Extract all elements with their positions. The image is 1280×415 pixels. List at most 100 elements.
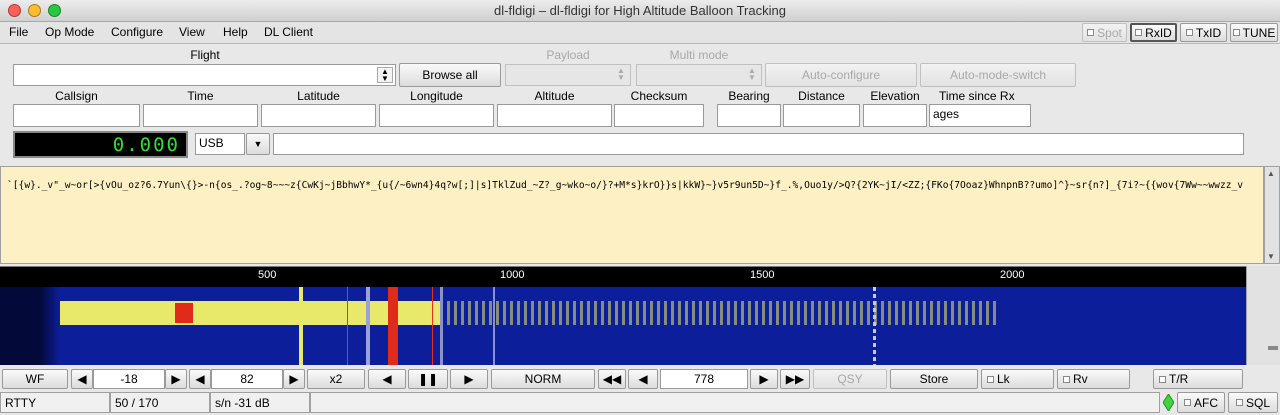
reverse-button[interactable]: Rv xyxy=(1057,369,1130,389)
scroll-left-button[interactable]: ◀ xyxy=(368,369,406,389)
lock-checkbox[interactable] xyxy=(987,375,994,383)
qsy-button[interactable]: QSY xyxy=(813,369,887,389)
range-field[interactable]: 82 xyxy=(211,369,283,389)
lock-button[interactable]: Lk xyxy=(981,369,1054,389)
auto-configure-button[interactable]: Auto-configure xyxy=(765,63,917,87)
triangle-left-icon: ◀ xyxy=(638,372,648,386)
afc-button[interactable]: AFC xyxy=(1177,392,1225,413)
triangle-up-icon[interactable]: ▲ xyxy=(1267,169,1275,178)
browse-all-button[interactable]: Browse all xyxy=(399,63,501,87)
lock-label: Lk xyxy=(997,372,1010,386)
level-increase-button[interactable]: ▶ xyxy=(165,369,187,389)
fast-rewind-icon: ◀◀ xyxy=(602,372,622,386)
tr-checkbox[interactable] xyxy=(1159,375,1166,383)
fast-forward-button[interactable]: ▶▶ xyxy=(780,369,810,389)
tr-button[interactable]: T/R xyxy=(1153,369,1243,389)
txid-button[interactable]: TxID xyxy=(1180,23,1227,42)
menu-file[interactable]: File xyxy=(9,25,28,39)
status-shift: 50 / 170 xyxy=(110,392,210,413)
elevation-field[interactable] xyxy=(863,104,927,127)
spot-checkbox[interactable] xyxy=(1087,29,1095,36)
afc-checkbox[interactable] xyxy=(1184,399,1191,406)
signal-trace xyxy=(873,287,876,365)
store-button[interactable]: Store xyxy=(890,369,978,389)
triangle-down-icon: ▼ xyxy=(253,139,263,149)
status-snr: s/n -31 dB xyxy=(210,392,310,413)
rxid-button[interactable]: RxID xyxy=(1130,23,1177,42)
triangle-down-icon[interactable]: ▼ xyxy=(1267,252,1275,261)
freq-decrease-button[interactable]: ◀ xyxy=(628,369,658,389)
triangle-right-icon: ▶ xyxy=(464,372,474,386)
menu-dl-client[interactable]: DL Client xyxy=(264,25,313,39)
pause-icon: ❚❚ xyxy=(417,372,439,386)
status-message xyxy=(310,392,1160,413)
waterfall-side-panel[interactable] xyxy=(1246,266,1280,365)
txid-checkbox[interactable] xyxy=(1185,29,1193,36)
spot-label: Spot xyxy=(1097,25,1122,40)
sql-label: SQL xyxy=(1245,395,1270,410)
reverse-checkbox[interactable] xyxy=(1063,375,1070,383)
checksum-field[interactable] xyxy=(614,104,704,127)
latitude-field[interactable] xyxy=(261,104,376,127)
status-message-field[interactable] xyxy=(273,133,1244,155)
callsign-label: Callsign xyxy=(55,89,98,103)
spot-button[interactable]: Spot xyxy=(1082,23,1127,42)
freq-increase-button[interactable]: ▶ xyxy=(750,369,778,389)
elevation-label: Elevation xyxy=(870,89,920,103)
sql-checkbox[interactable] xyxy=(1235,399,1243,406)
menu-view[interactable]: View xyxy=(179,25,205,39)
level-field[interactable]: -18 xyxy=(93,369,165,389)
sql-button[interactable]: SQL xyxy=(1228,392,1278,413)
fast-rewind-button[interactable]: ◀◀ xyxy=(598,369,626,389)
longitude-field[interactable] xyxy=(379,104,494,127)
flight-select[interactable]: ▲ ▼ xyxy=(13,64,396,86)
speed-button[interactable]: NORM xyxy=(491,369,595,389)
multi-mode-label: Multi mode xyxy=(669,48,729,62)
flight-label: Flight xyxy=(190,48,220,62)
frequency-field[interactable]: 778 xyxy=(660,369,748,389)
signal-peak xyxy=(175,303,193,323)
time-field[interactable] xyxy=(143,104,258,127)
tick-label-500: 500 xyxy=(258,269,277,281)
wf-mode-button[interactable]: WF xyxy=(2,369,68,389)
distance-field[interactable] xyxy=(783,104,860,127)
frequency-scale[interactable]: 500 1000 1500 2000 xyxy=(0,266,1246,292)
scroll-right-button[interactable]: ▶ xyxy=(450,369,488,389)
waterfall-display[interactable] xyxy=(0,287,1246,365)
receive-text-scrollbar[interactable]: ▲ ▼ xyxy=(1264,166,1280,264)
auto-mode-switch-button[interactable]: Auto-mode-switch xyxy=(920,63,1076,87)
menu-help[interactable]: Help xyxy=(223,25,248,39)
updown-arrows-icon[interactable]: ▲ ▼ xyxy=(377,67,393,83)
status-mode: RTTY xyxy=(0,392,110,413)
rxid-checkbox[interactable] xyxy=(1135,29,1143,36)
range-decrease-button[interactable]: ◀ xyxy=(189,369,211,389)
time-since-rx-field[interactable]: ages xyxy=(929,104,1031,127)
mode-select[interactable]: USB xyxy=(195,133,245,155)
tick-label-1000: 1000 xyxy=(500,269,525,281)
scroll-thumb[interactable] xyxy=(1268,346,1278,350)
tune-button[interactable]: TUNE xyxy=(1230,23,1278,42)
range-increase-button[interactable]: ▶ xyxy=(283,369,305,389)
carrier-line xyxy=(299,287,303,365)
updown-arrows-icon: ▲ ▼ xyxy=(617,66,625,82)
tick-label-2000: 2000 xyxy=(1000,269,1025,281)
time-since-rx-label: Time since Rx xyxy=(939,89,1015,103)
receive-text-pane[interactable]: `[{w}._v"_w~or[>{vOu_oz?6.7Yun\{}>-n{os_… xyxy=(0,166,1264,264)
zoom-button[interactable]: x2 xyxy=(307,369,365,389)
menu-op-mode[interactable]: Op Mode xyxy=(45,25,94,39)
mode-dropdown-button[interactable]: ▼ xyxy=(246,133,270,155)
multi-mode-select: ▲ ▼ xyxy=(636,64,762,86)
window-title: dl-fldigi – dl-fldigi for High Altitude … xyxy=(494,3,786,18)
callsign-field[interactable] xyxy=(13,104,140,127)
pause-button[interactable]: ❚❚ xyxy=(408,369,448,389)
longitude-label: Longitude xyxy=(410,89,463,103)
tune-checkbox[interactable] xyxy=(1232,29,1240,36)
frequency-display[interactable]: 0.000 xyxy=(13,131,188,158)
menu-configure[interactable]: Configure xyxy=(111,25,163,39)
time-label: Time xyxy=(187,89,214,103)
bearing-field[interactable] xyxy=(717,104,781,127)
checksum-label: Checksum xyxy=(630,89,688,103)
tune-label: TUNE xyxy=(1242,25,1276,40)
level-decrease-button[interactable]: ◀ xyxy=(71,369,93,389)
altitude-field[interactable] xyxy=(497,104,612,127)
